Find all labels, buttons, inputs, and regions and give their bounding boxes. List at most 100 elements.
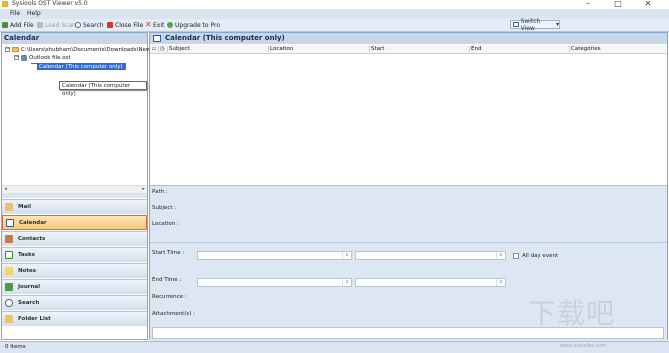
start-time-input[interactable]: ∨	[355, 251, 506, 260]
nav-mail[interactable]: Mail	[2, 199, 147, 214]
reminder-col-icon[interactable]: ◷	[158, 46, 167, 52]
upgrade-icon	[167, 22, 173, 28]
collapse-icon[interactable]: −	[5, 47, 10, 52]
nav-contacts[interactable]: Contacts	[2, 231, 147, 246]
calendar-icon	[153, 35, 161, 42]
column-headers: ▫ ◷ Subject Location Start End Categorie…	[150, 45, 667, 54]
load-scan-icon	[37, 22, 43, 28]
subject-label: Subject :	[152, 205, 177, 211]
chevron-down-icon[interactable]: ∨	[342, 279, 351, 286]
search-icon	[75, 22, 81, 28]
watermark: 下载吧	[528, 297, 616, 330]
exit-button[interactable]: ✕ Exit	[145, 21, 164, 29]
all-day-label: All day event	[522, 253, 559, 259]
nav-journal[interactable]: Journal	[2, 279, 147, 294]
chevron-down-icon[interactable]: ∨	[342, 252, 351, 259]
menu-help[interactable]: Help	[27, 10, 41, 17]
col-end[interactable]: End	[469, 46, 567, 52]
tree-calendar-label: Calendar (This computer only)	[39, 63, 123, 70]
folder-icon	[12, 47, 19, 52]
col-location[interactable]: Location	[268, 46, 366, 52]
switch-view-label: Switch View	[520, 17, 541, 32]
content-title: Calendar (This computer only)	[165, 34, 285, 42]
switch-view-button[interactable]: Switch View ▾	[510, 17, 560, 32]
start-time-label: Start Time :	[152, 250, 185, 256]
switch-view-icon	[513, 22, 519, 27]
item-list[interactable]	[150, 54, 667, 185]
chevron-down-icon[interactable]: ∨	[496, 252, 505, 259]
panel-splitter[interactable]	[2, 193, 147, 198]
recurrence-label: Recurrence :	[152, 294, 187, 300]
all-day-checkbox[interactable]	[513, 253, 519, 259]
menu-file[interactable]: File	[10, 10, 20, 17]
search-button[interactable]: Search	[75, 21, 104, 29]
add-file-label: Add File	[10, 21, 34, 29]
horizontal-scrollbar[interactable]: ◂ ▸	[2, 185, 147, 193]
ost-file-icon	[21, 54, 27, 61]
tooltip: Calendar (This computer only)	[59, 81, 147, 97]
col-subject[interactable]: Subject	[167, 46, 265, 52]
tree-root-label: C:\Users\shubham\Documents\Downloads\New	[21, 46, 151, 53]
upgrade-button[interactable]: Upgrade to Pro	[167, 21, 220, 29]
calendar-icon	[6, 218, 14, 227]
chevron-down-icon[interactable]: ∨	[496, 279, 505, 286]
location-label: Location :	[152, 221, 179, 227]
window-title: Sysiools OST Viewer v5.0	[12, 0, 88, 7]
folder-list-icon	[5, 315, 13, 323]
nav-search-label: Search	[18, 300, 40, 306]
exit-icon: ✕	[145, 20, 152, 29]
menu-bar: File Help	[0, 9, 669, 19]
minimize-button[interactable]: –	[581, 0, 595, 8]
search-icon	[5, 299, 13, 307]
folder-panel: Calendar − C:\Users\shubham\Documents\Do…	[1, 32, 150, 340]
scroll-left-icon[interactable]: ◂	[2, 186, 9, 193]
close-window-button[interactable]: ✕	[641, 0, 655, 8]
nav-notes-label: Notes	[18, 268, 37, 274]
app-icon	[2, 1, 8, 7]
maximize-button[interactable]: □	[611, 0, 625, 8]
nav-contacts-label: Contacts	[18, 236, 46, 242]
close-file-button[interactable]: Close File	[107, 21, 143, 29]
scroll-right-icon[interactable]: ▸	[140, 186, 147, 193]
end-time-input[interactable]: ∨	[355, 278, 506, 287]
nav-tasks[interactable]: Tasks	[2, 247, 147, 262]
end-time-label: End Time :	[152, 277, 182, 283]
mail-icon	[5, 203, 13, 211]
add-file-button[interactable]: Add File	[2, 21, 34, 29]
col-start[interactable]: Start	[369, 46, 467, 52]
notes-icon	[5, 267, 13, 275]
nav-tasks-label: Tasks	[18, 252, 35, 258]
nav-search[interactable]: Search	[2, 295, 147, 310]
load-scan-label: Load Scan	[45, 21, 76, 29]
attachment-col-icon[interactable]: ▫	[151, 46, 158, 52]
calendar-icon	[31, 63, 37, 70]
nav-folder-list[interactable]: Folder List	[2, 311, 147, 326]
watermark-url: www.xiazaiba.com	[560, 343, 607, 349]
exit-label: Exit	[153, 21, 165, 29]
contacts-icon	[5, 235, 13, 243]
title-bar: Sysiools OST Viewer v5.0 – □ ✕	[0, 0, 669, 9]
nav-calendar[interactable]: Calendar	[2, 215, 147, 230]
tree-calendar[interactable]: Calendar (This computer only)	[31, 63, 126, 70]
nav-notes[interactable]: Notes	[2, 263, 147, 278]
start-date-input[interactable]: ∨	[197, 251, 352, 260]
add-file-icon	[2, 22, 8, 28]
attachments-label: Attachment(s) :	[152, 311, 196, 317]
end-date-input[interactable]: ∨	[197, 278, 352, 287]
chevron-down-icon: ▾	[555, 21, 559, 28]
tree-ost-label: Outlook file.ost	[29, 54, 71, 61]
close-file-label: Close File	[115, 21, 144, 29]
upgrade-label: Upgrade to Pro	[175, 21, 221, 29]
collapse-icon[interactable]: −	[14, 55, 19, 60]
tree-ost-file[interactable]: − Outlook file.ost	[14, 54, 71, 61]
search-label: Search	[83, 21, 104, 29]
journal-icon	[5, 283, 13, 291]
tree-root[interactable]: − C:\Users\shubham\Documents\Downloads\N…	[5, 46, 150, 53]
nav-mail-label: Mail	[18, 204, 31, 210]
load-scan-button[interactable]: Load Scan	[37, 21, 76, 29]
item-count: 0 Items	[5, 344, 26, 350]
nav-folder-list-label: Folder List	[18, 316, 51, 322]
nav-calendar-label: Calendar	[19, 219, 47, 226]
col-categories[interactable]: Categories	[569, 46, 667, 52]
path-label: Path :	[152, 189, 168, 195]
